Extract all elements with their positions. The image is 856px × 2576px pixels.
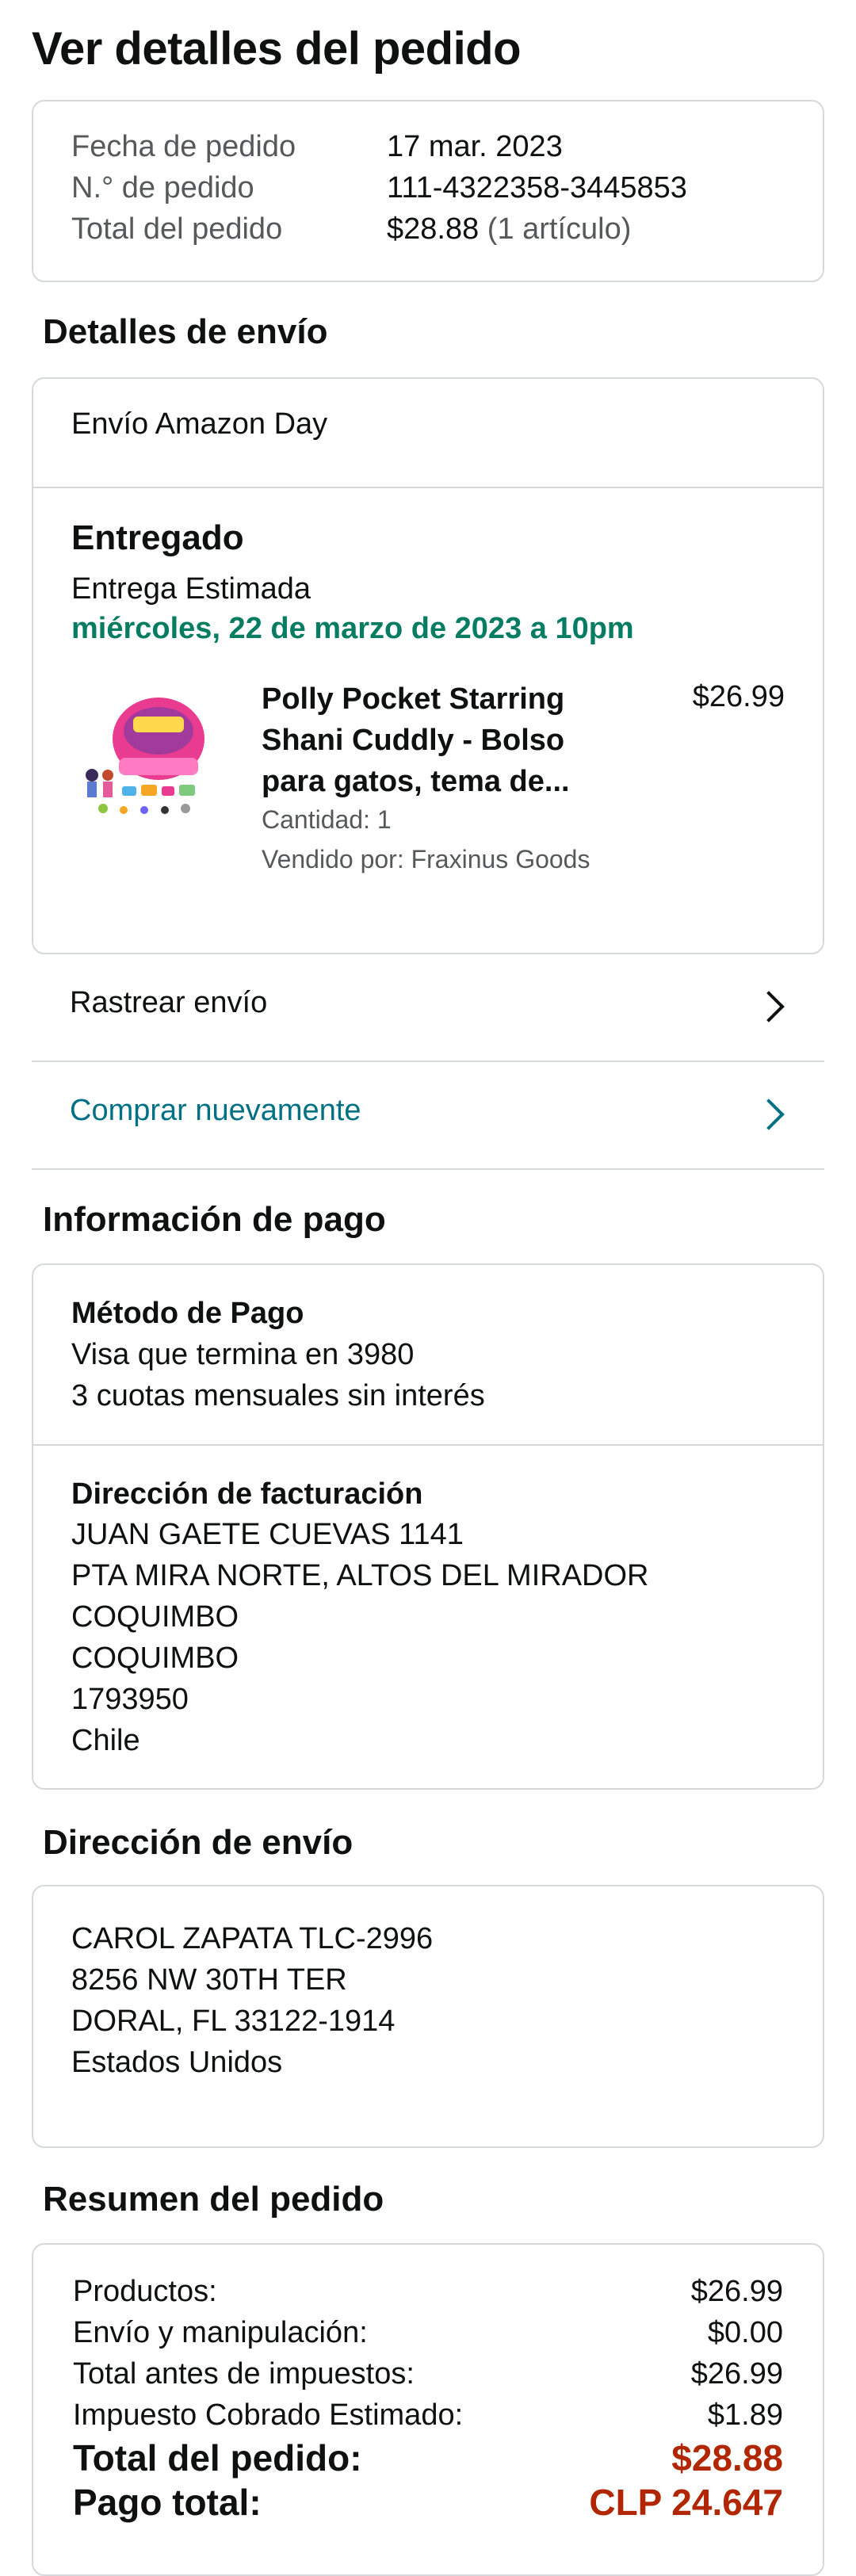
order-total-value-wrap: $28.88 (1 artículo) [387,212,631,247]
summary-label: Total antes de impuestos: [73,2357,415,2391]
shipping-line: DORAL, FL 33122-1914 [71,2005,396,2038]
payment-method-title: Método de Pago [71,1297,304,1330]
summary-value: $1.89 [707,2398,783,2432]
delivery-estimate-value: miércoles, 22 de marzo de 2023 a 10pm [71,612,634,645]
chevron-right-icon [753,991,785,1022]
shipping-card: Envío Amazon Day Entregado Entrega Estim… [32,377,824,954]
billing-line: COQUIMBO [71,1600,239,1634]
product-quantity: Cantidad: 1 [262,805,392,834]
divider [32,1168,824,1170]
shipping-line: 8256 NW 30TH TER [71,1963,347,1997]
product-title[interactable]: Polly Pocket Starring Shani Cuddly - Bol… [262,678,610,802]
divider [33,1444,823,1446]
buy-again-label: Comprar nuevamente [70,1094,361,1127]
summary-row: Productos: $26.99 [73,2275,783,2309]
billing-address-title: Dirección de facturación [71,1477,423,1511]
billing-line: COQUIMBO [71,1642,239,1675]
summary-row: Envío y manipulación: $0.00 [73,2316,783,2350]
paid-total-label: Pago total: [73,2482,262,2523]
order-date-label: Fecha de pedido [71,130,296,163]
product-image[interactable] [71,675,220,824]
summary-label: Envío y manipulación: [73,2316,368,2349]
payment-card: Método de Pago Visa que termina en 3980 … [32,1263,824,1790]
track-shipment-row[interactable]: Rastrear envío [32,954,824,1061]
billing-address: JUAN GAETE CUEVAS 1141 PTA MIRA NORTE, A… [71,1514,649,1761]
summary-row: Impuesto Cobrado Estimado: $1.89 [73,2398,783,2433]
shipping-line: Estados Unidos [71,2046,283,2079]
order-details-page: Ver detalles del pedido Fecha de pedido … [0,0,856,2576]
shipping-line: CAROL ZAPATA TLC-2996 [71,1922,434,1955]
payment-card: Visa que termina en 3980 [71,1338,415,1371]
shipping-address: CAROL ZAPATA TLC-2996 8256 NW 30TH TER D… [71,1918,433,2083]
chevron-right-icon [753,1099,785,1130]
billing-line: Chile [71,1724,140,1757]
delivery-estimate-label: Entrega Estimada [71,572,311,606]
paid-total-value: CLP 24.647 [589,2482,783,2523]
shipping-address-card: CAROL ZAPATA TLC-2996 8256 NW 30TH TER D… [32,1885,824,2148]
summary-value: $0.00 [707,2316,783,2349]
summary-order-total-row: Total del pedido: $28.88 [73,2436,783,2479]
buy-again-row[interactable]: Comprar nuevamente [32,1062,824,1168]
summary-label: Impuesto Cobrado Estimado: [73,2398,464,2432]
order-total-items: (1 artículo) [487,212,632,246]
summary-value: $26.99 [690,2357,783,2391]
order-total-value: $28.88 [387,212,480,246]
summary-paid-total-row: Pago total: CLP 24.647 [73,2481,783,2524]
product-title-line2: Shani Cuddly - Bolso [262,724,565,757]
order-summary-title: Resumen del pedido [43,2180,384,2219]
shipping-address-title: Dirección de envío [43,1823,353,1862]
summary-row: Total antes de impuestos: $26.99 [73,2357,783,2391]
order-info-card: Fecha de pedido 17 mar. 2023 N.° de pedi… [32,100,824,282]
billing-line: JUAN GAETE CUEVAS 1141 [71,1518,464,1551]
order-summary-card: Productos: $26.99 Envío y manipulación: … [32,2243,824,2576]
page-title: Ver detalles del pedido [32,23,522,75]
product-price: $26.99 [692,680,785,713]
product-image-svg [86,698,204,814]
payment-installments: 3 cuotas mensuales sin interés [71,1379,485,1412]
product-title-line1: Polly Pocket Starring [262,682,565,716]
product-title-line3: para gatos, tema de... [262,765,570,798]
track-shipment-label: Rastrear envío [70,986,268,1019]
product-seller: Vendido por: Fraxinus Goods [262,845,590,873]
payment-info-title: Información de pago [43,1200,386,1239]
order-total-label: Total del pedido [71,212,283,246]
order-number-label: N.° de pedido [71,171,254,204]
shipping-details-title: Detalles de envío [43,312,328,351]
billing-line: 1793950 [71,1683,189,1716]
shipping-method: Envío Amazon Day [71,407,328,441]
delivery-status: Entregado [71,518,244,557]
divider [33,487,823,488]
billing-line: PTA MIRA NORTE, ALTOS DEL MIRADOR [71,1559,649,1592]
order-total-label: Total del pedido: [73,2437,362,2479]
summary-label: Productos: [73,2275,217,2308]
order-number-value: 111-4322358-3445853 [387,171,687,204]
order-date-value: 17 mar. 2023 [387,130,563,163]
order-total-value: $28.88 [671,2437,783,2479]
summary-value: $26.99 [690,2275,783,2308]
